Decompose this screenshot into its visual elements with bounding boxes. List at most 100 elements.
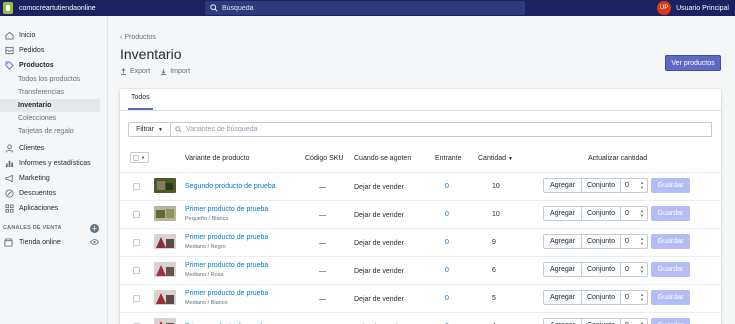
row-checkbox[interactable] (133, 295, 140, 302)
add-mode-button[interactable]: Agregar (543, 206, 582, 221)
set-mode-button[interactable]: Conjunto (582, 290, 621, 305)
product-name-link[interactable]: Primer producto de prueba (185, 206, 268, 213)
header-incoming: Entrante (435, 155, 462, 162)
product-thumbnail[interactable] (154, 290, 176, 305)
stepper-arrows-icon[interactable]: ▲▼ (640, 236, 644, 246)
search-input[interactable] (222, 4, 502, 12)
store-name[interactable]: comocreartutiendaonline (19, 5, 96, 12)
save-button[interactable]: Guardar (651, 318, 690, 324)
set-mode-button[interactable]: Conjunto (582, 234, 621, 249)
sidebar-subitem-transferencias[interactable]: Transferencias (0, 86, 107, 99)
sidebar-subitem-colecciones[interactable]: Colecciones (0, 112, 107, 125)
stepper-arrows-icon[interactable]: ▲▼ (640, 180, 644, 190)
add-mode-button[interactable]: Agregar (543, 262, 582, 277)
sidebar-item-descuentos[interactable]: Descuentos (0, 186, 107, 201)
quantity-stepper[interactable]: 0▲▼ (620, 262, 648, 277)
view-products-button[interactable]: Ver productos (665, 55, 721, 71)
export-button[interactable]: Export (120, 68, 150, 75)
tag-icon (4, 61, 14, 71)
update-mode-segmented: AgregarConjunto (543, 318, 621, 324)
page-actions: Export Import (120, 68, 721, 75)
quantity-stepper[interactable]: 0▲▼ (620, 234, 648, 249)
product-thumbnail[interactable] (154, 178, 176, 193)
sku-value: — (319, 184, 326, 191)
eye-icon[interactable] (90, 239, 99, 245)
sidebar-item-informes[interactable]: Informes y estadísticas (0, 156, 107, 171)
header-quantity[interactable]: Cantidad ▼ (478, 155, 513, 162)
product-name-link[interactable]: Primer producto de prueba (185, 234, 268, 241)
sidebar-item-productos[interactable]: Productos (0, 58, 107, 73)
product-thumbnail[interactable] (154, 234, 176, 249)
sku-value: — (319, 240, 326, 247)
product-thumbnail[interactable] (154, 318, 176, 324)
incoming-link[interactable]: 0 (445, 295, 449, 302)
save-button[interactable]: Guardar (651, 206, 690, 221)
breadcrumb[interactable]: ‹ Productos (120, 34, 721, 41)
save-button[interactable]: Guardar (651, 290, 690, 305)
variant-search[interactable]: Variantes de búsqueda (171, 122, 712, 137)
add-channel-icon[interactable]: + (90, 223, 99, 233)
row-checkbox[interactable] (133, 239, 140, 246)
quantity-stepper[interactable]: 0▲▼ (620, 206, 648, 221)
add-mode-button[interactable]: Agregar (543, 234, 582, 249)
import-button[interactable]: Import (160, 68, 190, 75)
stepper-arrows-icon[interactable]: ▲▼ (640, 292, 644, 302)
header-update-quantity: Actualizar cantidad (588, 155, 648, 162)
add-mode-button[interactable]: Agregar (543, 318, 582, 324)
sidebar-item-aplicaciones[interactable]: Aplicaciones (0, 201, 107, 216)
quantity-stepper[interactable]: 0▲▼ (620, 290, 648, 305)
page-title: Inventario (120, 46, 182, 62)
sidebar-item-label: Marketing (19, 175, 50, 182)
incoming-link[interactable]: 0 (445, 239, 449, 246)
sidebar-item-inicio[interactable]: Inicio (0, 28, 107, 43)
select-all-checkbox[interactable]: ▼ (130, 152, 149, 163)
sidebar-item-pedidos[interactable]: Pedidos (0, 43, 107, 58)
avatar[interactable]: UP (657, 1, 672, 15)
filter-row: Filtrar ▼ Variantes de búsqueda (128, 122, 712, 137)
quantity-stepper[interactable]: 0▲▼ (620, 318, 648, 324)
incoming-link[interactable]: 0 (445, 183, 449, 190)
save-button[interactable]: Guardar (651, 262, 690, 277)
row-checkbox[interactable] (133, 211, 140, 218)
stepper-value: 0 (625, 182, 629, 189)
tab-todos[interactable]: Todos (128, 94, 153, 110)
set-mode-button[interactable]: Conjunto (582, 178, 621, 193)
header-sku: Código SKU (305, 155, 344, 162)
stepper-arrows-icon[interactable]: ▲▼ (640, 264, 644, 274)
quantity-stepper[interactable]: 0 ▲▼ (620, 178, 648, 193)
sidebar-subitem-tarjetas-de-regalo[interactable]: Tarjetas de regalo (0, 125, 107, 138)
global-search[interactable] (205, 1, 525, 15)
main-content: ‹ Productos Inventario Export Import Ver… (120, 16, 721, 324)
stepper-arrows-icon[interactable]: ▲▼ (640, 208, 644, 218)
set-mode-button[interactable]: Conjunto (582, 206, 621, 221)
product-name-link[interactable]: Primer producto de prueba (185, 262, 268, 269)
add-mode-button[interactable]: Agregar (543, 290, 582, 305)
row-checkbox[interactable] (133, 183, 140, 190)
user-name[interactable]: Usuario Principal (676, 5, 729, 12)
variant-search-placeholder: Variantes de búsqueda (186, 126, 258, 133)
filter-button[interactable]: Filtrar ▼ (128, 122, 171, 137)
shopify-logo-icon[interactable] (3, 2, 13, 14)
incoming-link[interactable]: 0 (445, 267, 449, 274)
sidebar-subitem-todos-los-productos[interactable]: Todos los productos (0, 73, 107, 86)
product-thumbnail[interactable] (154, 262, 176, 277)
row-checkbox[interactable] (133, 267, 140, 274)
sidebar-item-clientes[interactable]: Clientes (0, 141, 107, 156)
sidebar-subitem-inventario[interactable]: Inventario (0, 99, 100, 112)
product-name-link[interactable]: Primer producto de prueba (185, 290, 268, 297)
sidebar-item-marketing[interactable]: Marketing (0, 171, 107, 186)
add-mode-button[interactable]: Agregar (543, 178, 582, 193)
product-name-link[interactable]: Segundo producto de prueba (185, 183, 276, 190)
search-icon (210, 4, 218, 12)
breadcrumb-productos[interactable]: Productos (124, 34, 156, 41)
sidebar-item-tienda-online[interactable]: Tienda online (0, 235, 107, 249)
import-label: Import (170, 68, 191, 75)
product-thumbnail[interactable] (154, 206, 176, 221)
user-menu[interactable]: UP Usuario Principal (657, 1, 729, 15)
sku-value: — (319, 296, 326, 303)
set-mode-button[interactable]: Conjunto (582, 318, 621, 324)
set-mode-button[interactable]: Conjunto (582, 262, 621, 277)
save-button[interactable]: Guardar (651, 178, 690, 193)
incoming-link[interactable]: 0 (445, 211, 449, 218)
save-button[interactable]: Guardar (651, 234, 690, 249)
